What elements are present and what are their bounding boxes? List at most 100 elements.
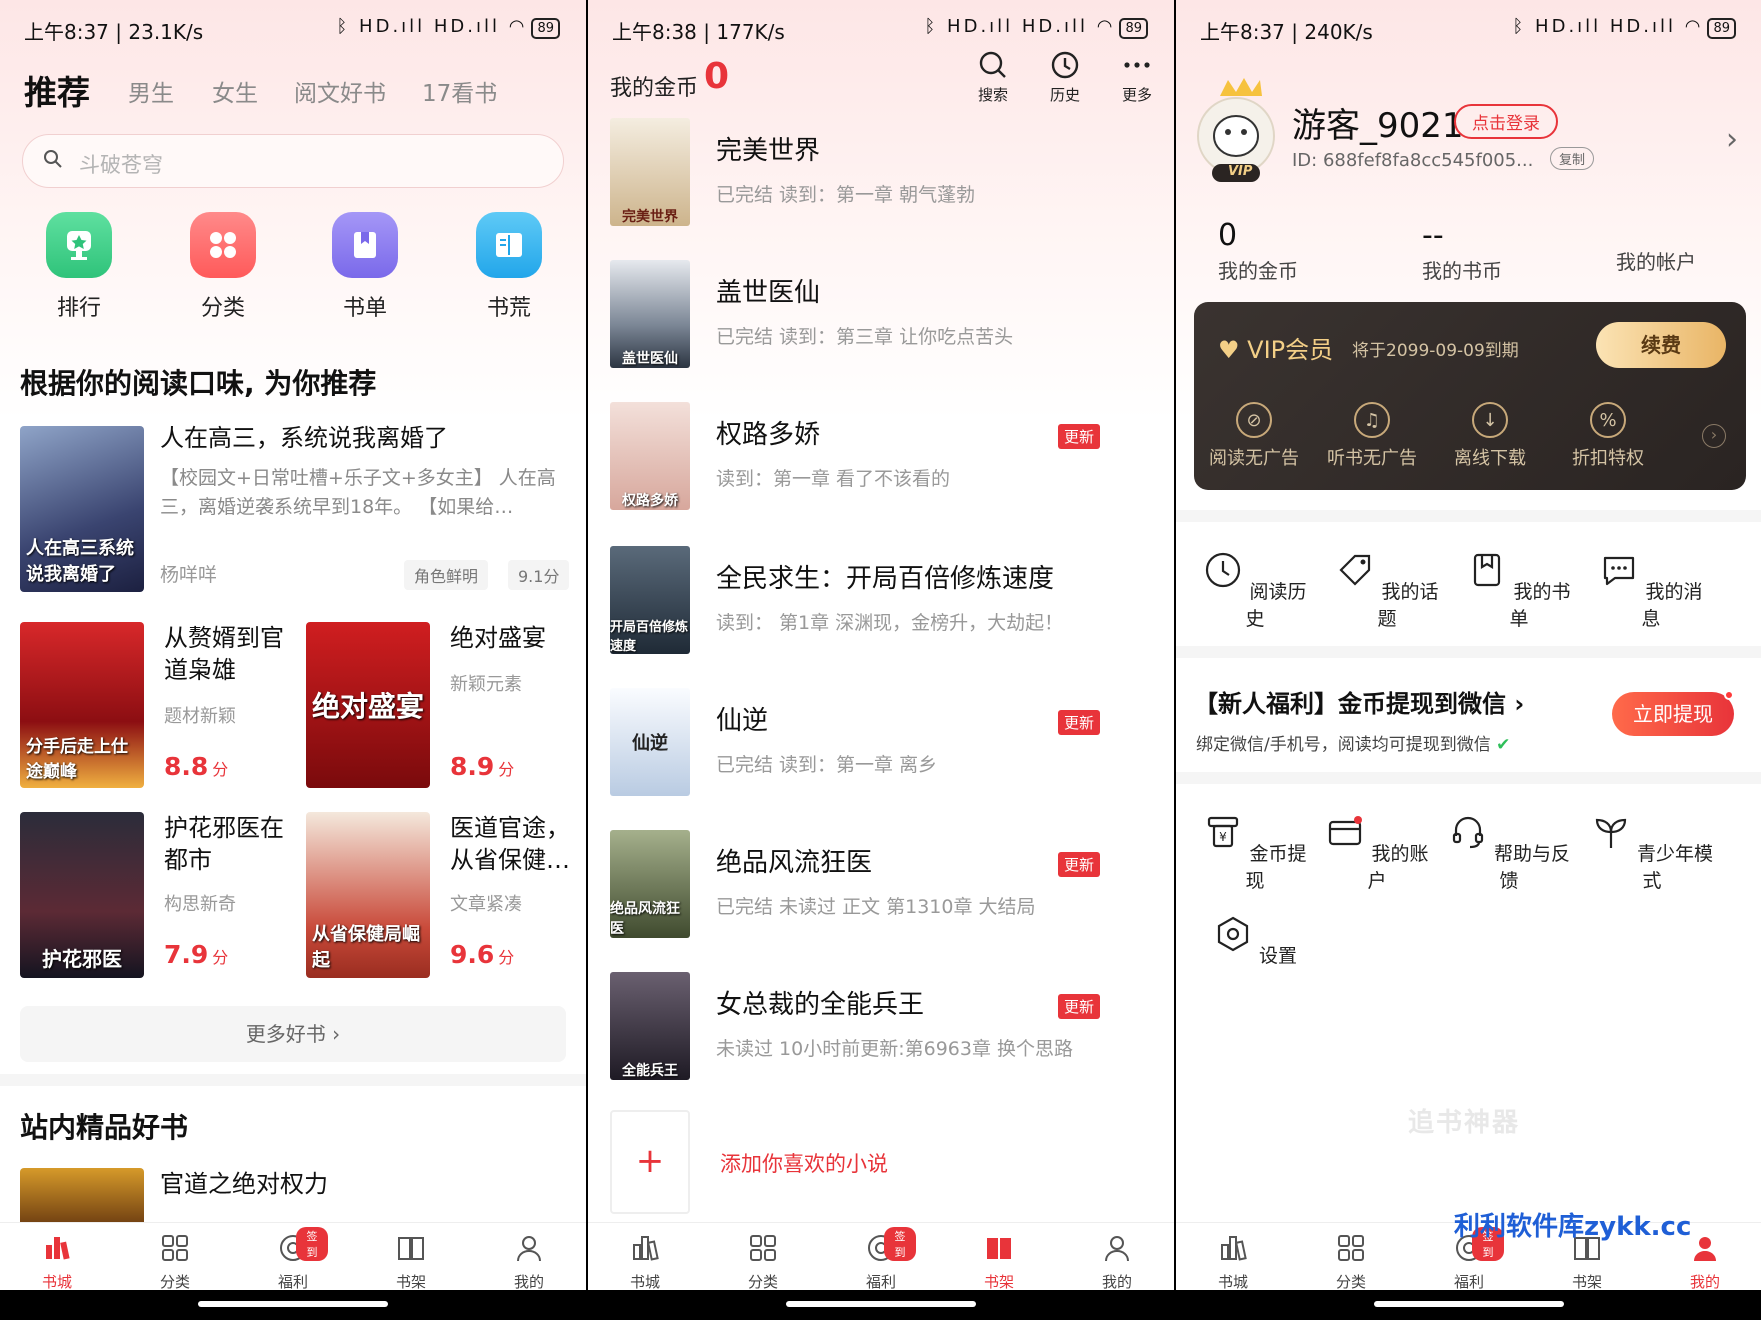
nav-bookstore[interactable]: 书城 [1198, 1231, 1268, 1292]
header-search-button[interactable]: 搜索 [968, 50, 1018, 105]
more-icon [1124, 62, 1150, 68]
vip-badge: VIP [1228, 164, 1253, 179]
book-tag: 新颖元素 [450, 674, 522, 695]
my-account[interactable]: 我的账户 [1322, 812, 1432, 893]
my-booklists[interactable]: 我的书单 [1464, 550, 1574, 631]
search-icon [44, 150, 62, 168]
tab-yuewen[interactable]: 阅文好书 [294, 74, 386, 108]
clock-icon [1206, 552, 1241, 588]
section-divider [1176, 772, 1761, 784]
header-history-button[interactable]: 历史 [1040, 50, 1090, 105]
quick-ranking[interactable]: 排行 [44, 212, 114, 322]
vip-card[interactable]: ♥ VIP会员 将于2099-09-09到期 续费 ⊘ 阅读无广告 ♫ 听书无广告 … [1194, 302, 1746, 490]
book-score: 9.6 分 [450, 940, 515, 969]
book-cover: 从省保健局崛起 [306, 812, 430, 978]
home-indicator[interactable] [1176, 1290, 1761, 1320]
status-bar: 上午8:37 | 240K/s ᛒ HD.ıll HD.ıll ◠ 89 [1176, 14, 1761, 48]
bookshelf-screen: 上午8:38 | 177K/s ᛒ HD.ıll HD.ıll ◠ 89 我的金币… [588, 0, 1174, 1320]
search-icon [979, 51, 1006, 78]
vip-feature[interactable]: ⊘ 阅读无广告 [1204, 402, 1304, 470]
discount-icon: % [1590, 402, 1626, 438]
book-title: 从赘婿到官道枭雄 [164, 624, 284, 684]
teen-mode[interactable]: 青少年模式 [1582, 812, 1722, 893]
promo-title[interactable]: 【新人福利】金币提现到微信 › [1194, 684, 1524, 719]
grid-icon [162, 1235, 188, 1261]
nav-bookstore[interactable]: 书城 [22, 1231, 92, 1292]
nav-mine[interactable]: 我的 [494, 1231, 564, 1292]
shelf-book[interactable]: 全能兵王 女总裁的全能兵王 未读过 10小时前更新:第6963章 换个思路 更新 [588, 972, 1174, 1114]
header-more-button[interactable]: 更多 [1112, 50, 1162, 105]
shelf-book[interactable]: 仙逆 仙逆 已完结 读到：第一章 离乡 更新 [588, 688, 1174, 830]
search-input[interactable]: 斗破苍穹 [22, 134, 564, 188]
tab-female[interactable]: 女生 [212, 74, 258, 108]
my-topics[interactable]: 我的话题 [1332, 550, 1442, 631]
coins-value[interactable]: 0 [704, 56, 729, 97]
book-title: 护花邪医在都市 [164, 814, 284, 874]
nav-category[interactable]: 分类 [140, 1231, 210, 1292]
quick-booklist[interactable]: 书单 [330, 212, 400, 322]
no-ads-icon: ⊘ [1236, 402, 1272, 438]
nav-welfare[interactable]: 签到 福利 [846, 1227, 916, 1292]
home-indicator[interactable] [588, 1290, 1174, 1320]
book-title: 盖世医仙 [716, 278, 821, 308]
book-title: 绝品风流狂医 [716, 848, 873, 878]
plus-icon: + [610, 1110, 690, 1214]
user-icon [1105, 1236, 1129, 1262]
nav-bookshelf[interactable]: 书架 [964, 1231, 1034, 1292]
home-indicator[interactable] [0, 1290, 586, 1320]
vip-feature[interactable]: ↓ 离线下载 [1440, 402, 1540, 470]
reading-history[interactable]: 阅读历史 [1200, 550, 1310, 631]
book-icon [476, 212, 542, 278]
nav-mine[interactable]: 我的 [1082, 1231, 1152, 1292]
status-time: 上午8:38 | 177K/s [612, 20, 785, 44]
bookshelf-icon [398, 1237, 424, 1260]
withdraw-now-button[interactable]: 立即提现 [1612, 692, 1734, 736]
my-messages[interactable]: 我的消息 [1596, 550, 1706, 631]
nav-category[interactable]: 分类 [728, 1231, 798, 1292]
login-button[interactable]: 点击登录 [1454, 104, 1558, 139]
nav-bookstore[interactable]: 书城 [610, 1231, 680, 1292]
bookstore-screen: 上午8:37 | 23.1K/s ᛒ HD.ıll HD.ıll ◠ 89 推荐 … [0, 0, 586, 1320]
quick-bookshortage[interactable]: 书荒 [474, 212, 544, 322]
renew-button[interactable]: 续费 [1596, 322, 1726, 368]
stat-coins[interactable]: 0 我的金币 [1218, 218, 1298, 284]
book-score: 8.8 分 [164, 752, 229, 781]
more-books-button[interactable]: 更多好书 › [20, 1006, 566, 1062]
shelf-book[interactable]: 完美世界 完美世界 已完结 读到：第一章 朝气蓬勃 [588, 118, 1174, 260]
nav-welfare[interactable]: 签到 福利 [258, 1227, 328, 1292]
settings[interactable]: 设置 [1200, 914, 1310, 968]
vip-feature[interactable]: ♫ 听书无广告 [1322, 402, 1422, 470]
tab-17k[interactable]: 17看书 [422, 74, 497, 108]
bookstore-icon [1221, 1236, 1247, 1261]
stat-bookcoins[interactable]: -- 我的书币 [1422, 218, 1502, 284]
shelf-book[interactable]: 盖世医仙 盖世医仙 已完结 读到：第三章 让你吃点苦头 [588, 260, 1174, 402]
shelf-book[interactable]: 绝品风流狂医 绝品风流狂医 已完结 未读过 正文 第1310章 大结局 更新 [588, 830, 1174, 972]
vip-title: ♥ VIP会员 [1218, 336, 1334, 364]
update-badge: 更新 [1057, 710, 1100, 735]
tab-recommend[interactable]: 推荐 [24, 66, 90, 114]
quick-category[interactable]: 分类 [188, 212, 258, 322]
nav-bookshelf[interactable]: 书架 [376, 1231, 446, 1292]
chevron-right-icon[interactable]: › [1702, 424, 1726, 448]
book-title: 全民求生：开局百倍修炼速度 [716, 564, 1055, 594]
copy-button[interactable]: 复制 [1550, 147, 1595, 170]
vip-feature[interactable]: % 折扣特权 [1558, 402, 1658, 470]
shelf-book[interactable]: 权路多娇 权路多娇 读到：第一章 看了不该看的 更新 [588, 402, 1174, 544]
headphones-icon: ♫ [1354, 402, 1390, 438]
add-book-label: 添加你喜欢的小说 [720, 1152, 888, 1176]
stat-account[interactable]: 我的帐户 [1616, 246, 1696, 275]
nav-category[interactable]: 分类 [1316, 1231, 1386, 1292]
username: 游客_9021 [1292, 106, 1464, 146]
tab-male[interactable]: 男生 [128, 74, 174, 108]
book-cover: 仙逆 [610, 688, 690, 796]
coin-withdraw[interactable]: ¥ 金币提现 [1200, 812, 1310, 893]
update-badge: 更新 [1057, 852, 1100, 877]
chevron-right-icon[interactable]: › [1726, 122, 1738, 157]
help-feedback[interactable]: 帮助与反馈 [1444, 812, 1574, 893]
notification-dot [1724, 690, 1734, 700]
status-icons: ᛒ HD.ıll HD.ıll ◠ 89 [925, 16, 1148, 39]
update-badge: 更新 [1057, 994, 1100, 1019]
book-tag: 题材新颖 [164, 706, 236, 727]
shelf-book[interactable]: 开局百倍修炼速度 全民求生：开局百倍修炼速度 读到： 第1章 深渊现，金榜升，大… [588, 546, 1174, 688]
avatar[interactable]: VIP [1190, 70, 1282, 186]
